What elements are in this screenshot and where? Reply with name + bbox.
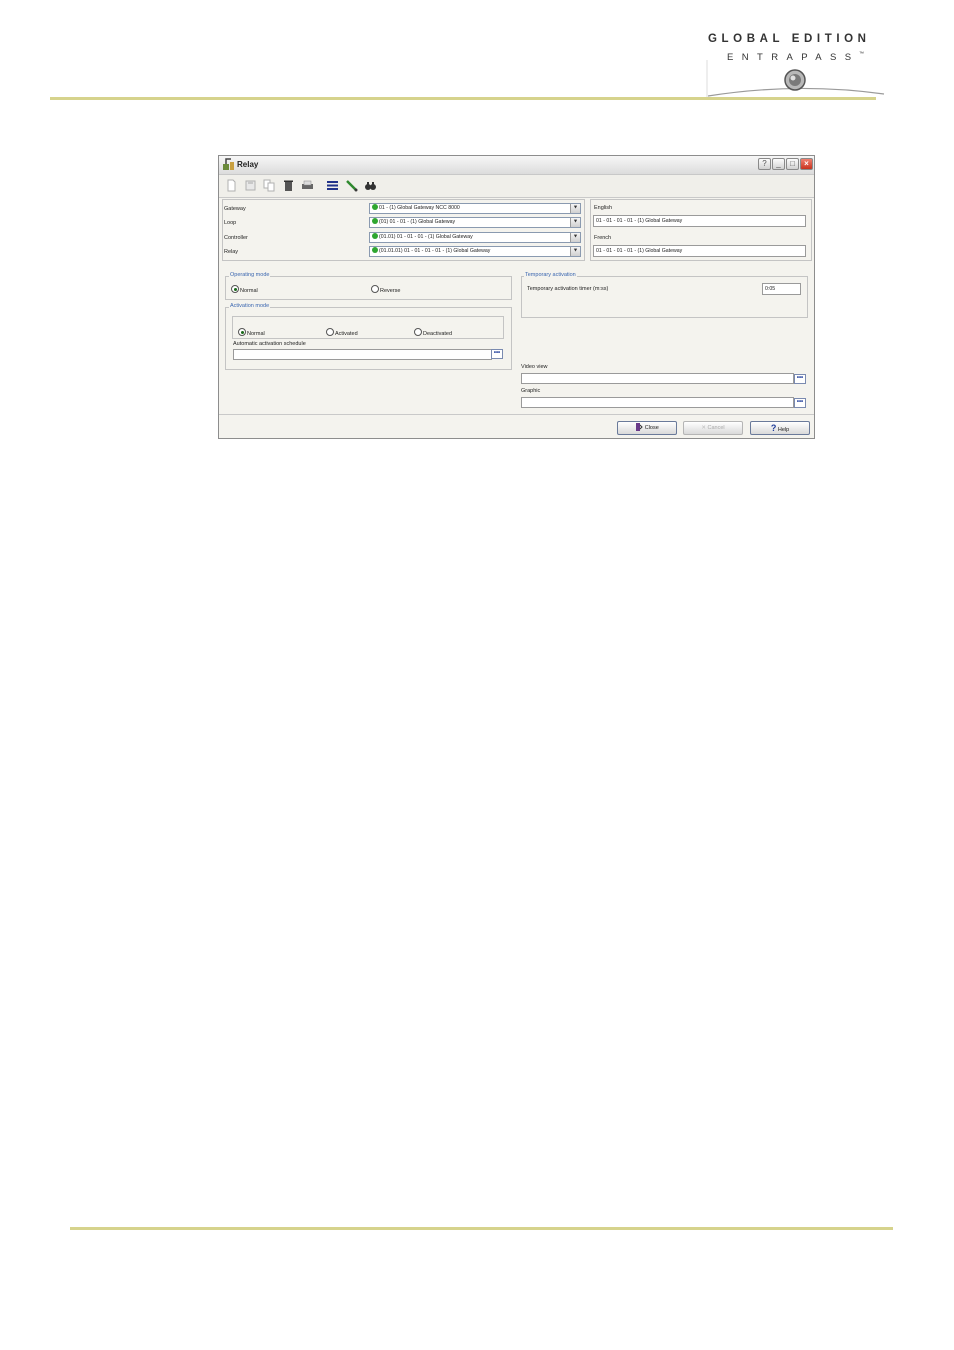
- save-icon[interactable]: [244, 179, 257, 192]
- operating-mode-reverse-radio[interactable]: Reverse: [371, 285, 400, 294]
- link-icon[interactable]: [345, 179, 358, 192]
- list-icon[interactable]: [326, 179, 339, 192]
- toolbar: [219, 175, 814, 198]
- activation-mode-legend: Activation mode: [229, 303, 271, 309]
- radio-label: Normal: [247, 331, 265, 337]
- radio-selected-icon: [231, 285, 239, 293]
- english-label: English: [594, 205, 613, 211]
- question-mark-icon: ?: [770, 423, 777, 433]
- english-name-input[interactable]: 01 - 01 - 01 - 01 - (1) Global Gateway: [593, 215, 806, 227]
- temporary-activation-legend: Temporary activation: [524, 272, 577, 278]
- radio-unselected-icon: [371, 285, 379, 293]
- header-divider: [50, 97, 876, 100]
- cancel-button-label: Cancel: [707, 425, 725, 431]
- find-icon[interactable]: [364, 179, 377, 192]
- french-name-input[interactable]: 01 - 01 - 01 - 01 - (1) Global Gateway: [593, 245, 806, 257]
- schedule-label: Automatic activation schedule: [233, 341, 306, 347]
- selector-panel: [222, 199, 585, 261]
- timer-input[interactable]: 0:05: [762, 283, 801, 295]
- radio-label: Reverse: [380, 288, 401, 294]
- video-view-input[interactable]: [521, 373, 794, 384]
- button-bar-divider: [219, 414, 814, 415]
- help-button-label: Help: [777, 427, 790, 433]
- window-titlebar[interactable]: Relay ? _ □ ×: [219, 156, 814, 175]
- window-help-button[interactable]: ?: [758, 158, 771, 170]
- window-close-button[interactable]: ×: [800, 158, 813, 170]
- video-view-browse-button[interactable]: •••: [794, 374, 806, 384]
- radio-unselected-icon: [414, 328, 422, 336]
- logo-swoosh-icon: [706, 60, 885, 100]
- schedule-input[interactable]: [233, 349, 492, 360]
- operating-mode-normal-radio[interactable]: Normal: [231, 285, 258, 294]
- cancel-icon: ✕: [701, 425, 706, 431]
- graphic-label: Graphic: [521, 388, 541, 394]
- new-icon[interactable]: [225, 179, 238, 192]
- radio-label: Activated: [335, 331, 358, 337]
- video-view-label: Video view: [521, 364, 548, 370]
- window-title: Relay: [237, 160, 259, 169]
- footer-divider: [70, 1227, 893, 1230]
- graphic-browse-button[interactable]: •••: [794, 398, 806, 408]
- relay-window: Relay ? _ □ × Gateway 01 - (1) Global Ga…: [218, 155, 815, 439]
- activation-mode-inner-box: [232, 316, 504, 339]
- operating-mode-legend: Operating mode: [229, 272, 271, 278]
- timer-label: Temporary activation timer (m:ss): [527, 286, 609, 292]
- radio-label: Deactivated: [423, 331, 453, 337]
- activation-mode-activated-radio[interactable]: Activated: [326, 328, 358, 337]
- graphic-input[interactable]: [521, 397, 794, 408]
- radio-label: Normal: [240, 288, 258, 294]
- help-button[interactable]: ? Help: [750, 421, 810, 435]
- activation-mode-deactivated-radio[interactable]: Deactivated: [414, 328, 452, 337]
- relay-icon: [223, 158, 234, 170]
- door-exit-icon: [636, 423, 643, 431]
- french-label: French: [594, 235, 612, 241]
- activation-mode-normal-radio[interactable]: Normal: [238, 328, 265, 337]
- operating-mode-group: [225, 276, 512, 300]
- window-maximize-button[interactable]: □: [786, 158, 799, 170]
- close-button[interactable]: Close: [617, 421, 677, 435]
- copy-icon[interactable]: [263, 179, 276, 192]
- schedule-browse-button[interactable]: •••: [491, 349, 503, 359]
- delete-icon[interactable]: [282, 179, 295, 192]
- radio-unselected-icon: [326, 328, 334, 336]
- close-button-label: Close: [644, 425, 659, 431]
- logo-trademark: ™: [859, 51, 864, 57]
- window-minimize-button[interactable]: _: [772, 158, 785, 170]
- print-icon[interactable]: [301, 179, 314, 192]
- radio-selected-icon: [238, 328, 246, 336]
- logo-text-global-edition: GLOBAL EDITION: [708, 33, 871, 45]
- cancel-button[interactable]: ✕ Cancel: [683, 421, 743, 435]
